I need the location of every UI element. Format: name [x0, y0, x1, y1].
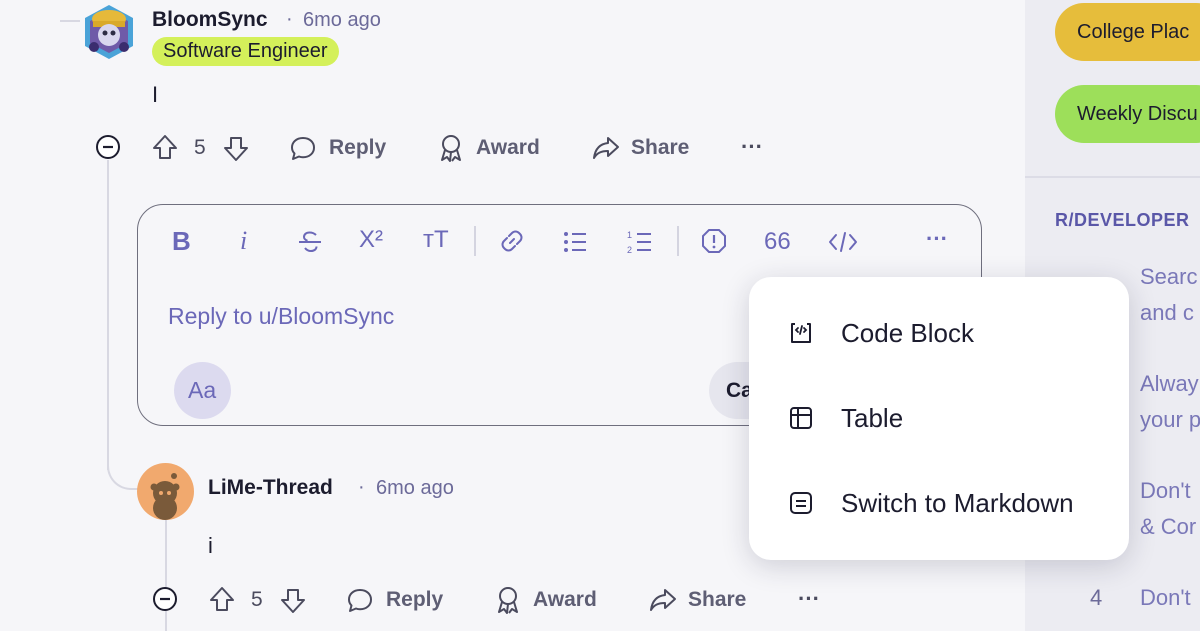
- separator-dot: ·: [358, 476, 365, 498]
- timestamp[interactable]: 6mo ago: [303, 9, 381, 32]
- reply-button[interactable]: Reply: [329, 136, 386, 160]
- flair-filter-college[interactable]: College Plac: [1055, 3, 1200, 61]
- more-formatting-menu: Code Block Table Switch to Markdown: [749, 277, 1129, 560]
- rule-item[interactable]: Don't: [1140, 580, 1191, 616]
- flair-filter-weekly[interactable]: Weekly Discu: [1055, 85, 1200, 143]
- avatar-image: [85, 5, 133, 59]
- more-options-button[interactable]: ···: [798, 586, 820, 612]
- vote-count: 5: [194, 136, 206, 159]
- menu-item-table[interactable]: Table: [749, 379, 1129, 459]
- separator-dot: ·: [286, 8, 293, 30]
- downvote-icon[interactable]: [279, 587, 307, 620]
- menu-item-label: Switch to Markdown: [841, 488, 1074, 518]
- avatar[interactable]: [80, 3, 138, 61]
- reply-icon[interactable]: [346, 586, 374, 619]
- reply-input-placeholder[interactable]: Reply to u/BloomSync: [168, 303, 394, 330]
- upvote-icon[interactable]: [208, 585, 236, 618]
- inline-code-icon[interactable]: [827, 228, 859, 261]
- collapse-icon[interactable]: [152, 586, 178, 617]
- share-icon[interactable]: [648, 586, 678, 619]
- avatar-image: [137, 463, 194, 520]
- username[interactable]: LiMe-Thread: [208, 476, 333, 500]
- more-options-button[interactable]: ···: [741, 134, 763, 160]
- numbered-list-icon[interactable]: 12: [626, 228, 654, 261]
- bold-button[interactable]: B: [172, 226, 191, 257]
- username[interactable]: BloomSync: [152, 8, 268, 32]
- collapse-icon[interactable]: [95, 134, 121, 165]
- menu-item-code-block[interactable]: Code Block: [749, 294, 1129, 374]
- flair-text: Software Engineer: [163, 40, 328, 62]
- award-button[interactable]: Award: [476, 136, 540, 160]
- share-button[interactable]: Share: [688, 588, 746, 612]
- rule-item[interactable]: Don't & Cor: [1140, 473, 1196, 545]
- rule-item[interactable]: Alway your p: [1140, 366, 1200, 438]
- rules-section-title: R/DEVELOPER: [1055, 210, 1190, 230]
- rule-item[interactable]: Searc and c: [1140, 259, 1197, 331]
- share-icon[interactable]: [591, 134, 621, 167]
- timestamp[interactable]: 6mo ago: [376, 477, 454, 500]
- code-block-icon: [787, 319, 815, 352]
- reply-icon[interactable]: [289, 134, 317, 167]
- upvote-icon[interactable]: [151, 133, 179, 166]
- menu-item-label: Code Block: [841, 318, 974, 348]
- menu-item-switch-markdown[interactable]: Switch to Markdown: [749, 464, 1129, 544]
- markdown-icon: [787, 489, 815, 522]
- user-flair: Software Engineer: [152, 37, 339, 66]
- award-button[interactable]: Award: [533, 588, 597, 612]
- superscript-button[interactable]: X²: [359, 226, 383, 254]
- toolbar-divider: [474, 226, 476, 256]
- strikethrough-icon[interactable]: [296, 228, 324, 261]
- format-toggle-label: Aa: [188, 377, 217, 403]
- table-icon: [787, 404, 815, 437]
- link-icon[interactable]: [498, 227, 526, 260]
- svg-text:1: 1: [627, 230, 632, 240]
- award-icon[interactable]: [494, 585, 522, 620]
- quote-button[interactable]: 66: [764, 228, 791, 256]
- spoiler-icon[interactable]: [700, 227, 728, 260]
- toolbar-divider: [677, 226, 679, 256]
- reply-button[interactable]: Reply: [386, 588, 443, 612]
- more-formatting-button[interactable]: ···: [926, 226, 948, 252]
- avatar[interactable]: [137, 463, 194, 520]
- flair-filter-label: Weekly Discu: [1077, 103, 1198, 125]
- vote-count: 5: [251, 588, 263, 611]
- thread-curve-top: [60, 0, 80, 22]
- award-icon[interactable]: [437, 133, 465, 168]
- thread-line: [107, 160, 109, 470]
- share-button[interactable]: Share: [631, 136, 689, 160]
- svg-text:2: 2: [627, 245, 632, 255]
- heading-button[interactable]: тT: [423, 226, 449, 254]
- sidebar-divider: [1025, 176, 1200, 178]
- comment-body: I: [152, 82, 159, 107]
- thread-curve: [107, 440, 139, 490]
- comment-body: i: [208, 533, 213, 558]
- format-toggle-button[interactable]: Aa: [174, 362, 231, 419]
- menu-item-label: Table: [841, 403, 904, 433]
- flair-filter-label: College Plac: [1077, 21, 1190, 43]
- downvote-icon[interactable]: [222, 135, 250, 168]
- rule-number: 4: [1090, 585, 1103, 610]
- italic-button[interactable]: i: [240, 226, 247, 256]
- bullet-list-icon[interactable]: [561, 228, 589, 261]
